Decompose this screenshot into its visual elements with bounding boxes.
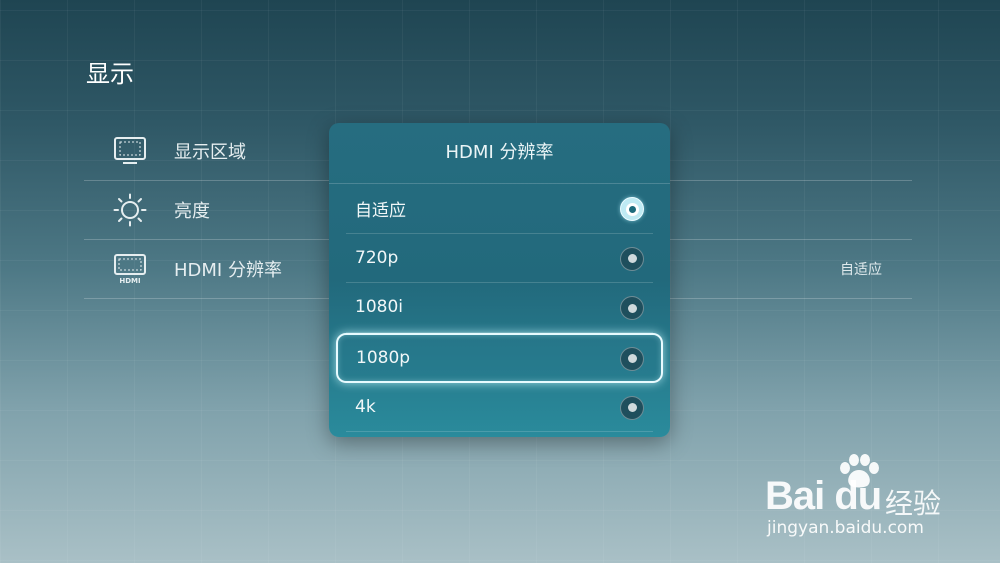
option-1080p[interactable]: 1080p: [336, 332, 663, 383]
option-label: 自适应: [355, 200, 406, 221]
brightness-sun-icon: [112, 193, 148, 227]
option-label: 4k: [355, 396, 376, 417]
radio-icon[interactable]: [620, 395, 644, 420]
radio-icon[interactable]: [620, 346, 644, 371]
hdmi-icon: HDMI: [112, 254, 148, 285]
menu-item-value: 自适应: [840, 262, 882, 278]
option-1080i[interactable]: 1080i: [346, 283, 653, 333]
hdmi-resolution-dialog: HDMI 分辨率 自适应 720p 1080i 1080p 4k: [329, 123, 670, 437]
watermark-brand: 经验: [885, 487, 942, 520]
option-label: 720p: [355, 247, 399, 268]
menu-item-label: 亮度: [174, 201, 210, 222]
option-label: 1080i: [355, 297, 403, 318]
radio-icon[interactable]: [620, 246, 644, 271]
watermark-logo: Bai du: [765, 474, 882, 518]
option-4k[interactable]: 4k: [346, 383, 653, 432]
watermark-url: jingyan.baidu.com: [767, 518, 924, 538]
option-720p[interactable]: 720p: [346, 234, 653, 283]
svg-text:HDMI: HDMI: [119, 277, 140, 285]
option-label: 1080p: [356, 347, 411, 368]
display-area-icon: [112, 136, 148, 166]
radio-icon[interactable]: [620, 296, 644, 321]
baidu-jingyan-watermark: Bai du 经验 jingyan.baidu.com: [765, 452, 985, 542]
radio-selected-icon[interactable]: [620, 197, 644, 222]
page-title: 显示: [86, 60, 134, 88]
menu-item-label: HDMI 分辨率: [174, 260, 282, 281]
menu-item-label: 显示区域: [174, 142, 246, 163]
dialog-title: HDMI 分辨率: [329, 123, 670, 184]
option-auto[interactable]: 自适应: [346, 184, 653, 234]
